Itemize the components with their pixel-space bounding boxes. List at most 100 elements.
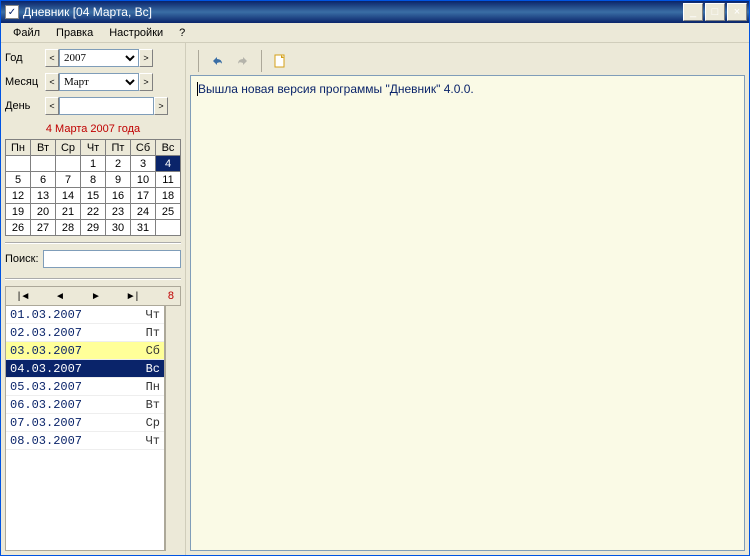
maximize-button[interactable]: □ xyxy=(705,3,725,21)
entry-dow: Вт xyxy=(146,398,160,412)
entry-dow: Пт xyxy=(146,326,160,340)
calendar-day[interactable]: 9 xyxy=(106,172,131,188)
new-page-button[interactable] xyxy=(268,49,292,73)
entry-count: 8 xyxy=(150,290,180,302)
calendar-day[interactable]: 2 xyxy=(106,156,131,172)
list-item[interactable]: 02.03.2007Пт xyxy=(6,324,164,342)
calendar-day[interactable]: 14 xyxy=(56,188,81,204)
calendar-day[interactable]: 17 xyxy=(131,188,156,204)
entry-date: 05.03.2007 xyxy=(10,380,146,394)
minimize-button[interactable]: _ xyxy=(683,3,703,21)
calendar-day[interactable]: 27 xyxy=(31,220,56,236)
menu-help[interactable]: ? xyxy=(171,25,193,41)
calendar-day[interactable]: 18 xyxy=(156,188,181,204)
calendar-day xyxy=(156,220,181,236)
calendar-day[interactable]: 4 xyxy=(156,156,181,172)
day-input[interactable] xyxy=(59,97,154,115)
redo-icon xyxy=(235,53,251,69)
calendar-day[interactable]: 13 xyxy=(31,188,56,204)
entry-list: 01.03.2007Чт02.03.2007Пт03.03.2007Сб04.0… xyxy=(5,306,165,551)
calendar-day[interactable]: 31 xyxy=(131,220,156,236)
app-icon: ✓ xyxy=(5,5,19,19)
calendar-day[interactable]: 25 xyxy=(156,204,181,220)
month-label: Месяц xyxy=(5,76,45,88)
list-item[interactable]: 06.03.2007Вт xyxy=(6,396,164,414)
month-next-button[interactable]: > xyxy=(139,73,153,91)
day-next-button[interactable]: > xyxy=(154,97,168,115)
weekday-header: Сб xyxy=(131,140,156,156)
month-select[interactable]: Март xyxy=(59,73,139,91)
calendar: ПнВтСрЧтПтСбВс 1234567891011121314151617… xyxy=(5,139,181,236)
calendar-day[interactable]: 28 xyxy=(56,220,81,236)
undo-icon xyxy=(209,53,225,69)
calendar-day[interactable]: 15 xyxy=(81,188,106,204)
entry-nav: |◄ ◄ ► ►| 8 xyxy=(5,286,181,306)
month-prev-button[interactable]: < xyxy=(45,73,59,91)
calendar-day[interactable]: 10 xyxy=(131,172,156,188)
list-item[interactable]: 05.03.2007Пн xyxy=(6,378,164,396)
page-icon xyxy=(272,53,288,69)
list-item[interactable]: 08.03.2007Чт xyxy=(6,432,164,450)
calendar-day[interactable]: 22 xyxy=(81,204,106,220)
year-prev-button[interactable]: < xyxy=(45,49,59,67)
editor-text: Вышла новая версия программы "Дневник" 4… xyxy=(197,82,474,96)
calendar-day[interactable]: 7 xyxy=(56,172,81,188)
nav-next-button[interactable]: ► xyxy=(78,291,114,302)
entry-date: 03.03.2007 xyxy=(10,344,146,358)
calendar-day[interactable]: 3 xyxy=(131,156,156,172)
calendar-day[interactable]: 6 xyxy=(31,172,56,188)
entry-dow: Чт xyxy=(146,308,160,322)
list-item[interactable]: 07.03.2007Ср xyxy=(6,414,164,432)
calendar-day[interactable]: 16 xyxy=(106,188,131,204)
undo-button[interactable] xyxy=(205,49,229,73)
calendar-day[interactable]: 1 xyxy=(81,156,106,172)
year-label: Год xyxy=(5,52,45,64)
entry-dow: Сб xyxy=(146,344,160,358)
menu-settings[interactable]: Настройки xyxy=(101,25,171,41)
weekday-header: Ср xyxy=(56,140,81,156)
weekday-header: Вт xyxy=(31,140,56,156)
redo-button[interactable] xyxy=(231,49,255,73)
calendar-day[interactable]: 30 xyxy=(106,220,131,236)
close-button[interactable]: × xyxy=(727,3,747,21)
entry-dow: Чт xyxy=(146,434,160,448)
entry-date: 04.03.2007 xyxy=(10,362,146,376)
menu-edit[interactable]: Правка xyxy=(48,25,101,41)
weekday-header: Пн xyxy=(6,140,31,156)
search-label: Поиск: xyxy=(5,253,39,265)
menubar: Файл Правка Настройки ? xyxy=(1,23,749,43)
menu-file[interactable]: Файл xyxy=(5,25,48,41)
calendar-day xyxy=(56,156,81,172)
entry-scrollbar[interactable] xyxy=(165,306,181,551)
calendar-day[interactable]: 8 xyxy=(81,172,106,188)
weekday-header: Вс xyxy=(156,140,181,156)
list-item[interactable]: 04.03.2007Вс xyxy=(6,360,164,378)
nav-prev-button[interactable]: ◄ xyxy=(42,291,78,302)
calendar-day[interactable]: 23 xyxy=(106,204,131,220)
nav-first-button[interactable]: |◄ xyxy=(6,291,42,302)
calendar-day[interactable]: 26 xyxy=(6,220,31,236)
calendar-day[interactable]: 21 xyxy=(56,204,81,220)
list-item[interactable]: 01.03.2007Чт xyxy=(6,306,164,324)
entry-date: 06.03.2007 xyxy=(10,398,146,412)
entry-date: 01.03.2007 xyxy=(10,308,146,322)
calendar-day[interactable]: 5 xyxy=(6,172,31,188)
calendar-day[interactable]: 12 xyxy=(6,188,31,204)
calendar-day[interactable]: 20 xyxy=(31,204,56,220)
search-input[interactable] xyxy=(43,250,181,268)
calendar-day[interactable]: 24 xyxy=(131,204,156,220)
sidebar: Год < 2007 > Месяц < Март > День < > 4 М… xyxy=(1,43,186,555)
calendar-day xyxy=(6,156,31,172)
calendar-day[interactable]: 11 xyxy=(156,172,181,188)
toolbar xyxy=(190,47,745,75)
year-next-button[interactable]: > xyxy=(139,49,153,67)
entry-dow: Пн xyxy=(146,380,160,394)
calendar-day[interactable]: 29 xyxy=(81,220,106,236)
calendar-day[interactable]: 19 xyxy=(6,204,31,220)
day-prev-button[interactable]: < xyxy=(45,97,59,115)
nav-last-button[interactable]: ►| xyxy=(114,291,150,302)
editor[interactable]: Вышла новая версия программы "Дневник" 4… xyxy=(190,75,745,551)
year-select[interactable]: 2007 xyxy=(59,49,139,67)
list-item[interactable]: 03.03.2007Сб xyxy=(6,342,164,360)
entry-dow: Вс xyxy=(146,362,160,376)
